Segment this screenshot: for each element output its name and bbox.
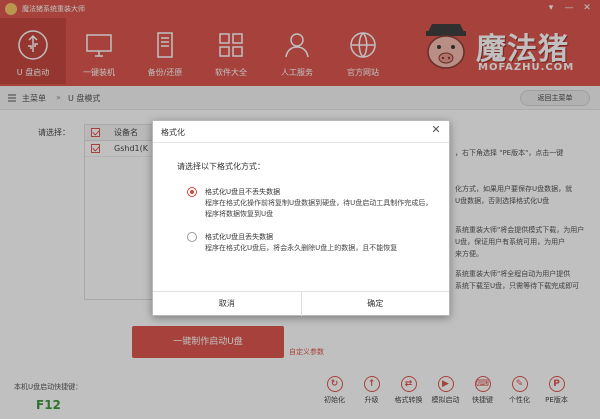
cancel-button[interactable]: 取消 [153, 292, 301, 316]
dialog-footer: 取消 确定 [153, 291, 449, 316]
ok-button[interactable]: 确定 [300, 292, 450, 316]
option-title: 格式化U盘且不丢失数据 [205, 188, 281, 196]
radio-keep-data[interactable] [187, 187, 197, 197]
format-dialog: 格式化 ✕ 请选择以下格式化方式： 格式化U盘且不丢失数据 程序在格式化操作前将… [152, 120, 450, 316]
dialog-title: 格式化 [161, 128, 185, 137]
dialog-prompt: 请选择以下格式化方式： [177, 162, 265, 171]
option-desc: 程序在格式化U盘后，将会永久删除U盘上的数据，且不能恢复 [205, 244, 398, 252]
dialog-close-icon[interactable]: ✕ [429, 123, 443, 137]
radio-lose-data[interactable] [187, 232, 197, 242]
option-desc: 程序在格式化操作前将复制U盘数据到硬盘，待U盘启动工具制作完成后，程序将数据恢复… [205, 199, 433, 218]
dialog-divider [153, 142, 449, 143]
option-title: 格式化U盘且丢失数据 [205, 233, 274, 241]
